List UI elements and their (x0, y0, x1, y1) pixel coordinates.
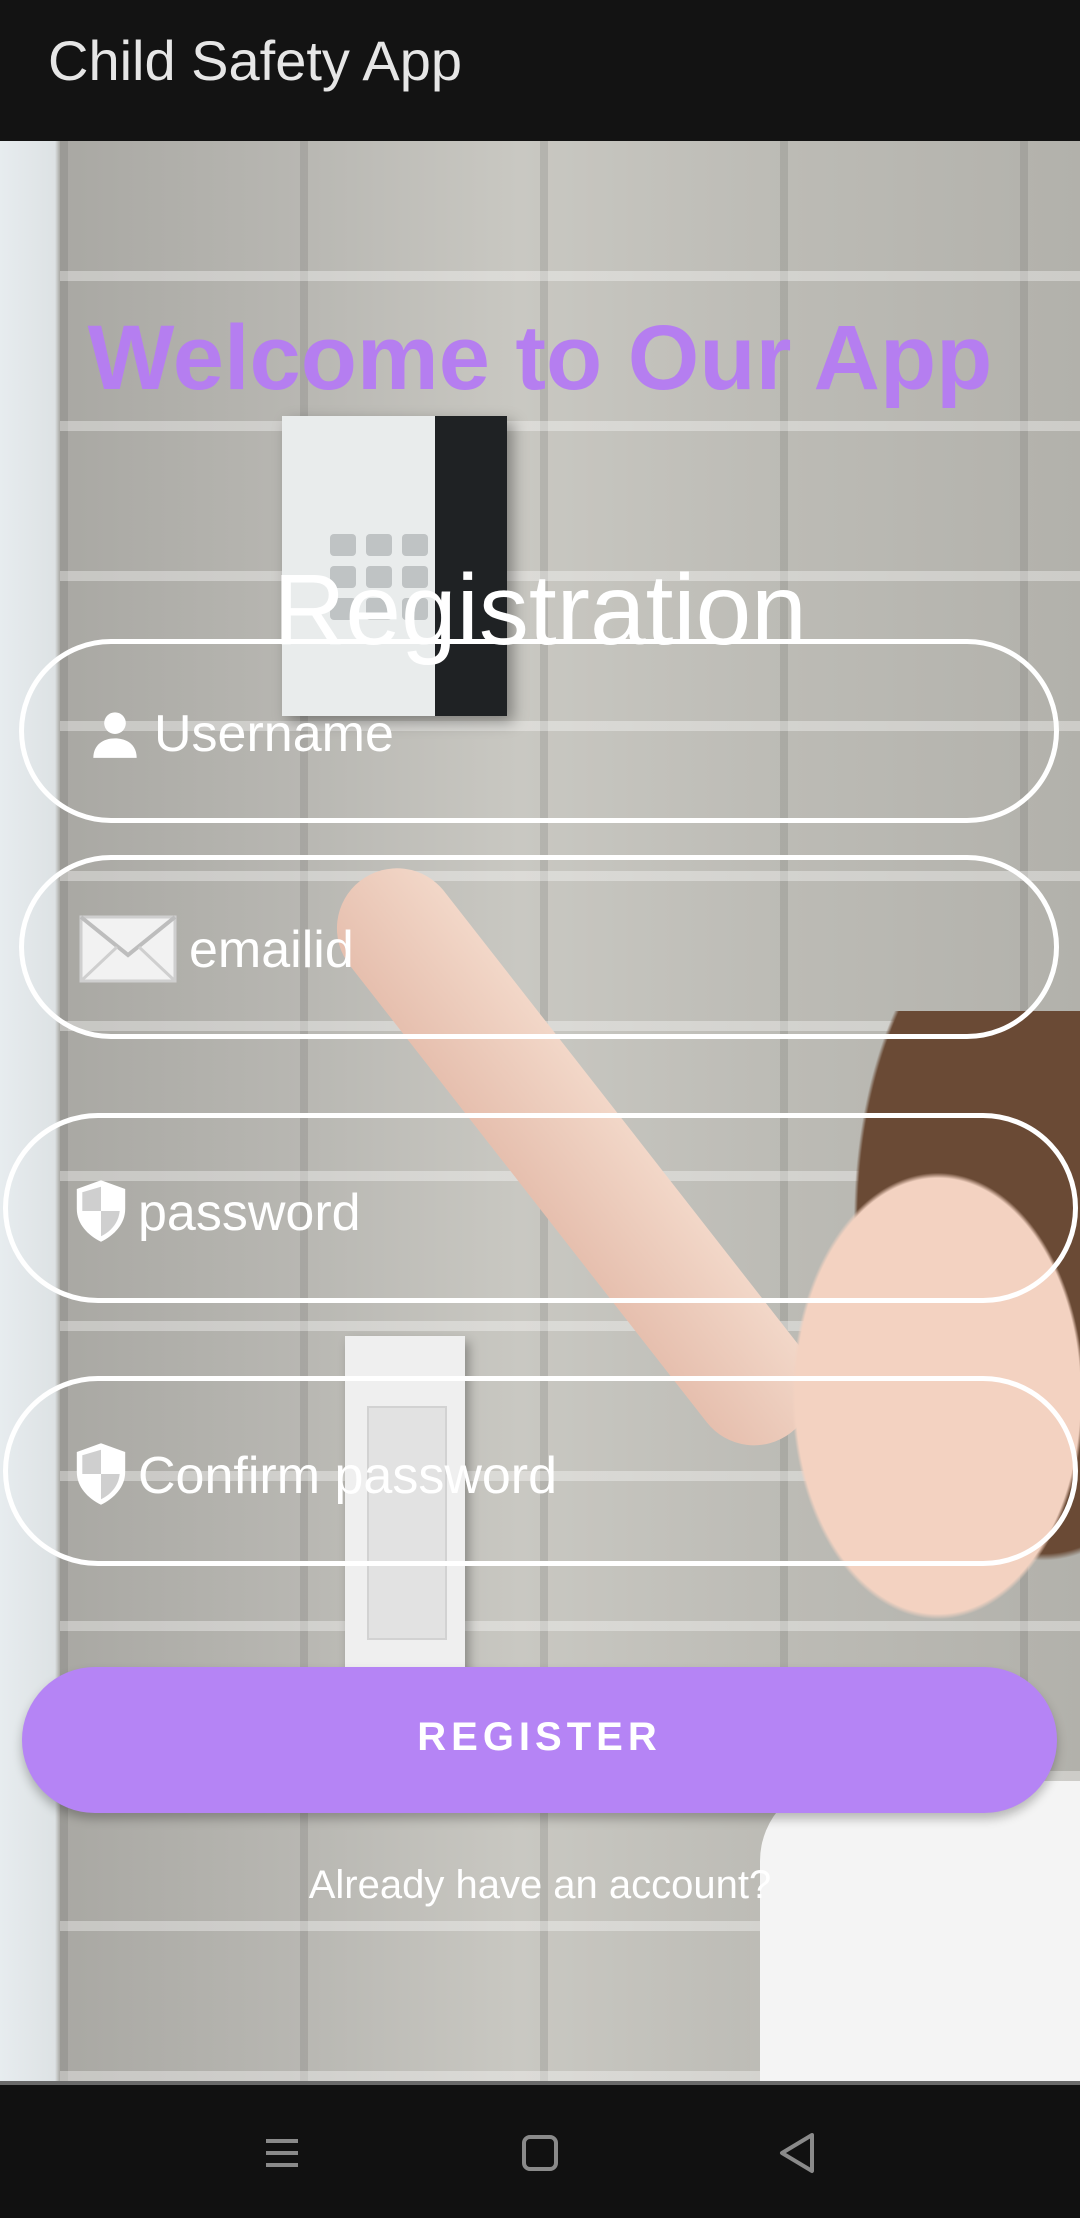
password-placeholder: password (138, 1184, 361, 1242)
envelope-icon (79, 915, 177, 988)
email-placeholder: emailid (189, 921, 354, 979)
confirm-password-placeholder: Confirm password (138, 1447, 558, 1505)
shield-icon (74, 1441, 128, 1512)
username-field[interactable]: Username (19, 639, 1059, 823)
home-square-icon[interactable] (510, 2123, 570, 2183)
back-triangle-icon[interactable] (768, 2123, 828, 2183)
welcome-heading: Welcome to Our App (87, 307, 993, 409)
app-bar: Child Safety App (0, 0, 1080, 141)
username-placeholder: Username (154, 705, 394, 763)
email-field[interactable]: emailid (19, 855, 1059, 1039)
system-nav-bar (0, 2081, 1080, 2218)
login-link[interactable]: Already have an account? (0, 1863, 1080, 1908)
confirm-password-field[interactable]: Confirm password (3, 1376, 1078, 1566)
shield-icon (74, 1178, 128, 1249)
password-field[interactable]: password (3, 1113, 1078, 1303)
person-icon (89, 708, 141, 765)
app-title: Child Safety App (48, 29, 463, 92)
child-shirt-image (760, 1781, 1080, 2081)
register-button[interactable]: REGISTER (22, 1667, 1057, 1813)
menu-icon[interactable] (252, 2123, 312, 2183)
register-button-label: REGISTER (417, 1715, 662, 1759)
